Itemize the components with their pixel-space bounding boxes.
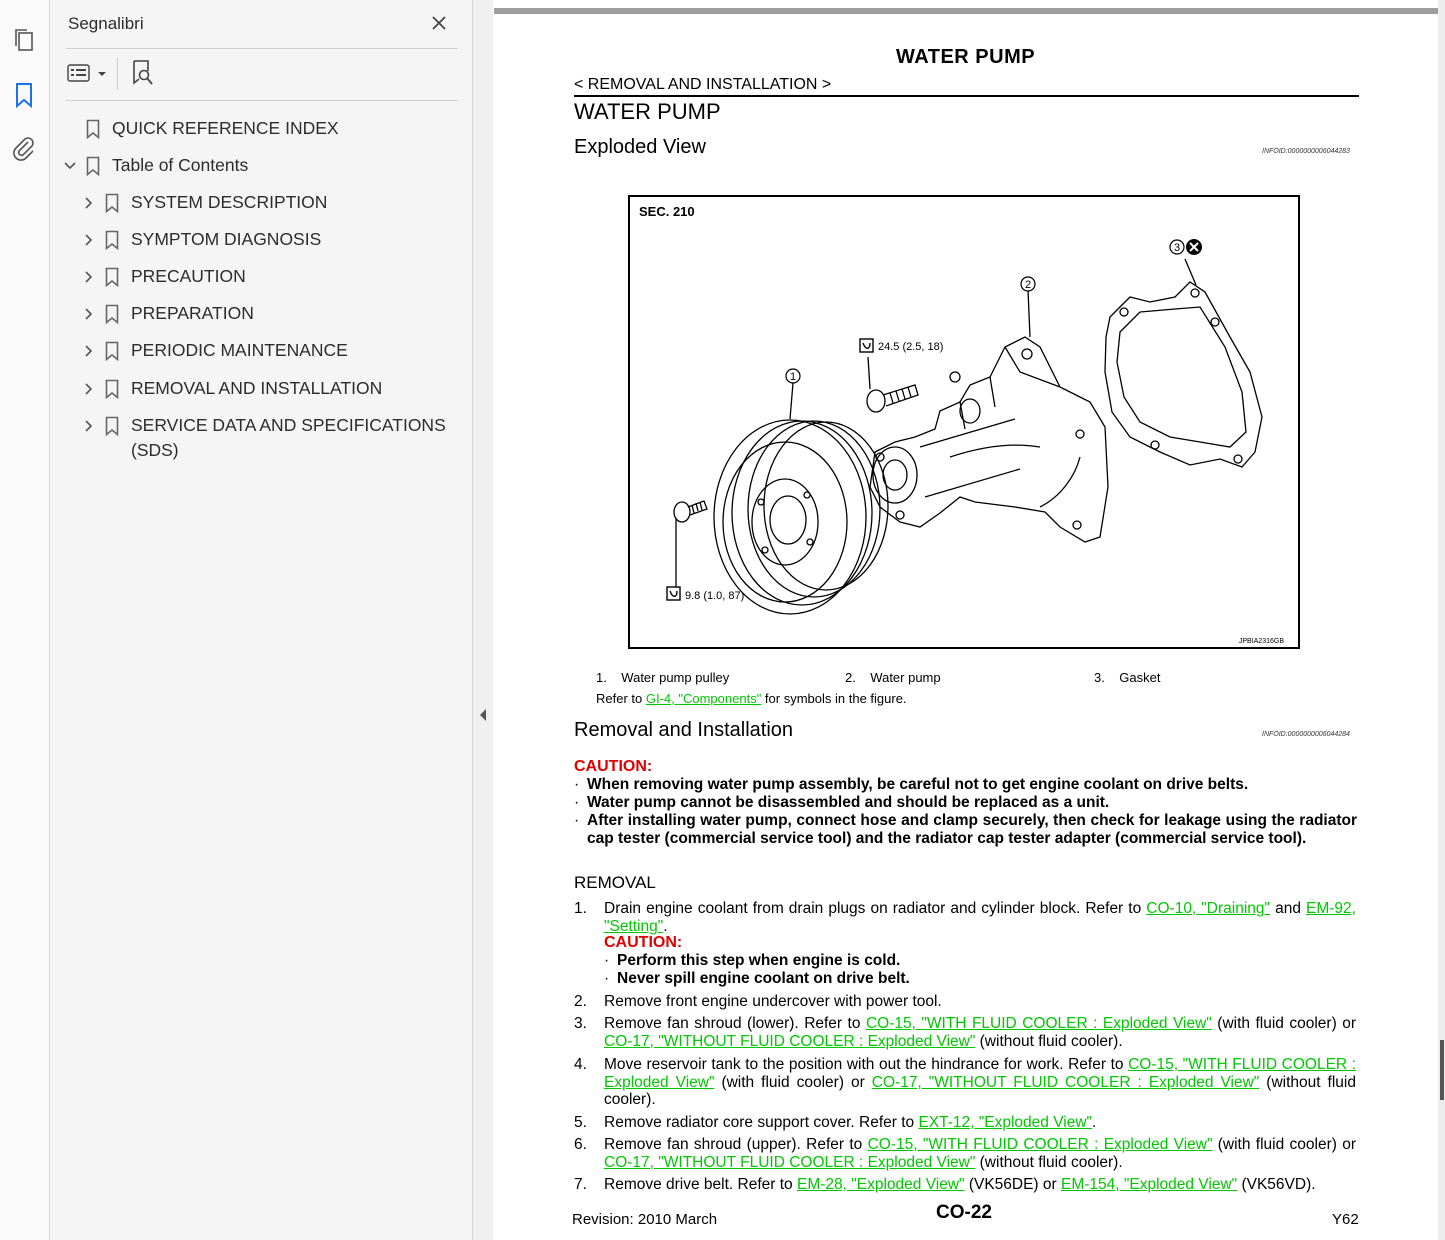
running-header-title: WATER PUMP	[896, 46, 1036, 68]
bookmark-table-of-contents[interactable]: Table of Contents	[62, 153, 248, 178]
removal-heading: REMOVAL	[574, 873, 656, 892]
bookmark-label: Table of Contents	[112, 155, 249, 175]
bookmark-label: PRECAUTION	[131, 266, 246, 286]
info-id: INFOID:0000000006044283	[1262, 148, 1350, 155]
section-heading-removal-installation: Removal and Installation	[574, 719, 794, 741]
find-bookmark-icon	[130, 59, 156, 92]
bookmark-periodic-maintenance[interactable]: PERIODIC MAINTENANCE	[81, 338, 348, 363]
bookmark-ribbon-icon	[84, 116, 102, 141]
scrollbar-thumb[interactable]	[1440, 1040, 1444, 1100]
bookmark-symptom-diagnosis[interactable]: SYMPTOM DIAGNOSIS	[81, 227, 321, 252]
symbols-reference: Refer to GI-4, "Components" for symbols …	[596, 691, 907, 706]
bookmark-label: PREPARATION	[131, 303, 254, 323]
bookmarks-panel: Segnalibri QUICK REFERENCE INDEX Table o…	[50, 0, 473, 1240]
section-heading-exploded-view: Exploded View	[574, 136, 706, 158]
link-co-17[interactable]: CO-17, "WITHOUT FLUID COOLER : Exploded …	[604, 1154, 975, 1171]
link-co-15[interactable]: CO-15, "WITH FLUID COOLER : Exploded Vie…	[866, 1015, 1212, 1032]
bookmark-ribbon-icon	[84, 153, 102, 178]
bookmark-label: QUICK REFERENCE INDEX	[112, 118, 339, 138]
link-gi-4-components[interactable]: GI-4, "Components"	[646, 691, 761, 706]
bookmark-removal-and-installation[interactable]: REMOVAL AND INSTALLATION	[81, 376, 382, 401]
link-em-154[interactable]: EM-154, "Exploded View"	[1061, 1176, 1237, 1193]
page-title: WATER PUMP	[574, 99, 721, 124]
bookmark-ribbon-icon	[103, 338, 121, 363]
link-co-17[interactable]: CO-17, "WITHOUT FLUID COOLER : Exploded …	[872, 1074, 1260, 1091]
divider	[66, 100, 458, 101]
page-top-edge	[494, 8, 1438, 14]
toolbar-separator	[117, 58, 118, 90]
step-caution-label: CAUTION:	[604, 934, 683, 951]
callout-3: 3	[1174, 242, 1180, 254]
chevron-right-icon[interactable]	[81, 376, 97, 401]
chevron-right-icon[interactable]	[81, 227, 97, 252]
header-rule	[574, 95, 1359, 97]
bookmark-icon[interactable]	[10, 81, 38, 109]
bookmark-label: REMOVAL AND INSTALLATION	[131, 378, 383, 398]
chevron-right-icon[interactable]	[81, 413, 97, 438]
torque-spec-upper: 24.5 (2.5, 18)	[878, 341, 943, 353]
attachment-icon[interactable]	[10, 134, 38, 162]
bookmark-ribbon-icon	[103, 190, 121, 215]
bookmark-label: PERIODIC MAINTENANCE	[131, 340, 348, 360]
bookmark-ribbon-icon	[103, 301, 121, 326]
collapse-panel-icon[interactable]	[478, 708, 488, 722]
find-bookmark-button[interactable]	[130, 59, 156, 92]
chevron-right-icon[interactable]	[81, 190, 97, 215]
bookmark-ribbon-icon	[103, 413, 121, 438]
bookmark-label: SYMPTOM DIAGNOSIS	[131, 229, 322, 249]
figure-code: JPBIA2316GB	[1238, 638, 1284, 645]
torque-wrench-icon	[859, 338, 874, 353]
list-options-button[interactable]	[66, 60, 108, 90]
torque-spec-lower: 9.8 (1.0, 87)	[685, 590, 744, 602]
bookmark-quick-reference-index[interactable]: QUICK REFERENCE INDEX	[84, 116, 339, 141]
list-options-icon	[66, 62, 108, 89]
caution-label: CAUTION:	[574, 758, 653, 775]
chevron-right-icon[interactable]	[81, 301, 97, 326]
bookmark-preparation[interactable]: PREPARATION	[81, 301, 254, 326]
chevron-right-icon[interactable]	[81, 264, 97, 289]
pages-icon[interactable]	[10, 26, 38, 54]
bookmark-service-data[interactable]: SERVICE DATA AND SPECIFICATIONS (SDS)	[81, 413, 446, 463]
link-co-10-draining[interactable]: CO-10, "Draining"	[1146, 900, 1270, 917]
bookmark-precaution[interactable]: PRECAUTION	[81, 264, 246, 289]
link-co-15[interactable]: CO-15, "WITH FLUID COOLER : Exploded Vie…	[868, 1136, 1213, 1153]
close-icon[interactable]	[428, 12, 450, 34]
bookmark-label: SERVICE DATA AND SPECIFICATIONS	[131, 415, 446, 435]
torque-wrench-icon	[666, 586, 681, 601]
bookmark-ribbon-icon	[103, 227, 121, 252]
link-ext-12[interactable]: EXT-12, "Exploded View"	[918, 1114, 1092, 1131]
legend-item: 3. Gasket	[1094, 670, 1161, 685]
callout-2: 2	[1025, 279, 1031, 291]
water-pump-drawing: 1 2 3 24.5 (2.5, 18) 9.8 (1.0, 87)	[666, 239, 1263, 615]
info-id: INFOID:0000000006044284	[1262, 731, 1350, 738]
panel-splitter[interactable]	[473, 0, 493, 1240]
discard-symbol-icon	[1186, 239, 1202, 255]
bookmark-label-cont: (SDS)	[131, 440, 179, 460]
footer-page-number: CO-22	[936, 1202, 992, 1223]
footer-revision: Revision: 2010 March	[572, 1211, 718, 1228]
panel-title: Segnalibri	[68, 14, 144, 33]
legend-item: 1. Water pump pulley	[596, 670, 730, 685]
link-em-28[interactable]: EM-28, "Exploded View"	[797, 1176, 965, 1193]
document-page: WATER PUMP < REMOVAL AND INSTALLATION > …	[494, 0, 1438, 1240]
footer-model: Y62	[1332, 1211, 1359, 1228]
running-header-section: < REMOVAL AND INSTALLATION >	[574, 76, 832, 93]
exploded-view-figure: SEC. 210 1 2 3 24.5 (2.5, 18) 9.8 (1.0, …	[628, 195, 1300, 649]
chevron-right-icon[interactable]	[81, 338, 97, 363]
bookmark-ribbon-icon	[103, 264, 121, 289]
callout-1: 1	[790, 371, 796, 383]
legend-item: 2. Water pump	[845, 670, 941, 685]
bookmark-system-description[interactable]: SYSTEM DESCRIPTION	[81, 190, 327, 215]
link-co-17[interactable]: CO-17, "WITHOUT FLUID COOLER : Exploded …	[604, 1033, 975, 1050]
bookmark-label: SYSTEM DESCRIPTION	[131, 192, 328, 212]
divider	[66, 48, 458, 49]
tool-strip	[0, 0, 50, 1240]
chevron-down-icon[interactable]	[62, 153, 78, 178]
bookmark-ribbon-icon	[103, 376, 121, 401]
